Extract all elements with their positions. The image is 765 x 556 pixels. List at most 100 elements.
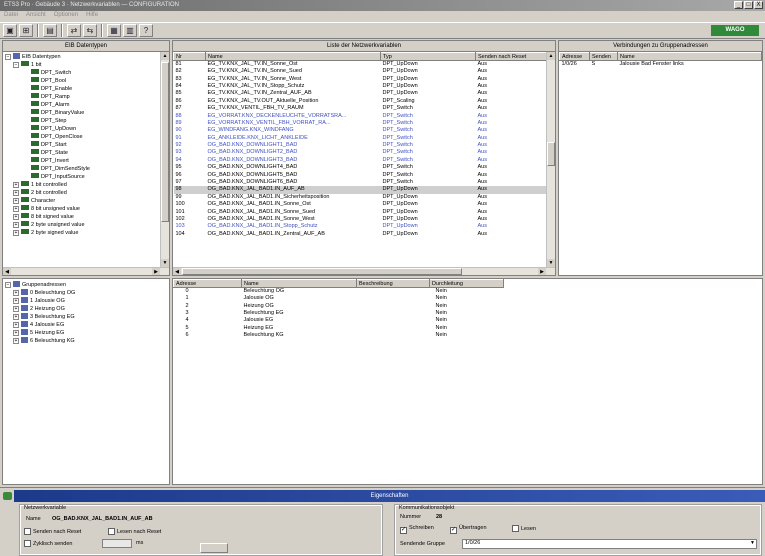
expand-icon[interactable]: + xyxy=(13,330,19,336)
expand-icon[interactable]: + xyxy=(13,214,19,220)
datatype-item[interactable]: DPT_Bool xyxy=(5,77,169,85)
cyclic-send-checkbox[interactable]: Zyklisch senden xyxy=(24,540,72,547)
export-icon[interactable]: ⇄ xyxy=(67,24,81,37)
maximize-button[interactable]: □ xyxy=(744,1,753,9)
scroll-right-arrow[interactable]: ▶ xyxy=(152,268,160,275)
datatype-item[interactable]: DPT_State xyxy=(5,149,169,157)
chevron-down-icon[interactable]: ▼ xyxy=(750,540,755,547)
read-after-reset-checkbox[interactable]: Lesen nach Reset xyxy=(108,528,161,535)
col-name[interactable]: Name xyxy=(617,52,762,61)
table-row[interactable]: 91 EG_ANKLEIDE.KNX_LICHT_ANKLEIDE DPT_Swit… xyxy=(174,135,549,142)
table-row[interactable]: 3 Beleuchtung EG Nein xyxy=(174,310,504,317)
tree-item[interactable]: −1 bit xyxy=(5,61,169,69)
help-button[interactable]: ? xyxy=(139,24,153,37)
table-row[interactable]: 5 Heizung EG Nein xyxy=(174,325,504,332)
checkbox[interactable] xyxy=(24,528,31,535)
collapse-icon[interactable]: − xyxy=(13,62,19,68)
collapse-icon[interactable]: − xyxy=(5,54,11,60)
table-row[interactable]: 85 EG_TV.KNX_JAL_TV.IN_Zentral_AUF_AB DPT_… xyxy=(174,90,549,97)
scroll-down-arrow[interactable]: ▼ xyxy=(161,259,169,267)
table-row[interactable]: 99 OG_BAD.KNX_JAL_BAD1.IN_Sicherheitsposi… xyxy=(174,194,549,201)
expand-icon[interactable]: + xyxy=(13,182,19,188)
group-item[interactable]: +1 Jalousie OG xyxy=(5,297,169,305)
send-group-select[interactable]: 1/0/26 ▼ xyxy=(462,539,757,549)
tree-item[interactable]: − EIB Datentypen xyxy=(5,53,169,61)
table-row[interactable]: 90 EG_WINDFANG.KNX_WINDFANG DPT_Switch Aus xyxy=(174,127,549,134)
col-typ[interactable]: Typ xyxy=(380,52,476,61)
scroll-right-arrow[interactable]: ▶ xyxy=(538,268,546,275)
datatype-item[interactable]: DPT_Ramp xyxy=(5,93,169,101)
cyclic-interval-field[interactable] xyxy=(102,539,132,548)
close-button[interactable]: X xyxy=(754,1,763,9)
write-flag-checkbox[interactable]: ✓ Schreiben xyxy=(400,525,434,534)
datatype-item[interactable]: DPT_UpDown xyxy=(5,125,169,133)
datatype-item[interactable]: DPT_Alarm xyxy=(5,101,169,109)
scroll-down-arrow[interactable]: ▼ xyxy=(547,259,555,267)
col-senden[interactable]: Senden xyxy=(589,52,618,61)
group-item[interactable]: +3 Beleuchtung EG xyxy=(5,313,169,321)
hscroll-thumb[interactable] xyxy=(182,268,462,275)
table-row[interactable]: 86 EG_TV.KNX_JAL_TV.OUT_Aktuelle_Position… xyxy=(174,98,549,105)
table-row[interactable]: 4 Jalousie EG Nein xyxy=(174,317,504,324)
collapse-icon[interactable]: − xyxy=(5,282,11,288)
table-row[interactable]: 100 OG_BAD.KNX_JAL_BAD1.IN_Sonne_Ost DPT_U… xyxy=(174,201,549,208)
print-icon[interactable]: ▤ xyxy=(43,24,57,37)
expand-icon[interactable]: + xyxy=(13,206,19,212)
table-row[interactable]: 82 EG_TV.KNX_JAL_TV.IN_Sonne_Sued DPT_UpDo… xyxy=(174,68,549,75)
table-row[interactable]: 102 OG_BAD.KNX_JAL_BAD1.IN_Sonne_West DPT_… xyxy=(174,216,549,223)
netvars-vertical-scrollbar[interactable]: ▲ ▼ xyxy=(546,52,555,267)
menu-view[interactable]: Ansicht xyxy=(26,12,46,20)
table-row[interactable]: 0 Beleuchtung OG Nein xyxy=(174,288,504,296)
expand-icon[interactable]: + xyxy=(13,306,19,312)
group-item[interactable]: +0 Beleuchtung OG xyxy=(5,289,169,297)
datatype-group[interactable]: + Character xyxy=(5,197,169,205)
datatype-group[interactable]: +2 byte signed value xyxy=(5,229,169,237)
eib-vertical-scrollbar[interactable]: ▲ ▼ xyxy=(160,52,169,267)
menu-file[interactable]: Datei xyxy=(4,12,18,20)
expand-icon[interactable]: + xyxy=(13,290,19,296)
checkbox-checked[interactable]: ✓ xyxy=(400,527,407,534)
table-row[interactable]: 84 EG_TV.KNX_JAL_TV.IN_Stopp_Schutz DPT_Up… xyxy=(174,83,549,90)
send-after-reset-checkbox[interactable]: Senden nach Reset xyxy=(24,528,81,535)
table-row[interactable]: 81 EG_TV.KNX_JAL_TV.IN_Sonne_Ost DPT_UpDow… xyxy=(174,61,549,69)
menu-help[interactable]: Hilfe xyxy=(86,12,98,20)
col-adresse[interactable]: Adresse xyxy=(173,279,242,288)
col-nr[interactable]: Nr xyxy=(173,52,206,61)
checkbox[interactable] xyxy=(24,540,31,547)
scroll-left-arrow[interactable]: ◀ xyxy=(173,268,181,275)
netvars-horizontal-scrollbar[interactable]: ◀ ▶ xyxy=(173,267,555,275)
group-item[interactable]: +6 Beleuchtung KG xyxy=(5,337,169,345)
transmit-flag-checkbox[interactable]: ✓ Übertragen xyxy=(450,525,487,534)
apply-button[interactable] xyxy=(200,543,228,553)
read-flag-checkbox[interactable]: Lesen xyxy=(512,525,536,532)
group-item[interactable]: +5 Heizung EG xyxy=(5,329,169,337)
table-row[interactable]: 104 OG_BAD.KNX_JAL_BAD1.IN_Zentral_AUF_AB… xyxy=(174,231,549,238)
scroll-left-arrow[interactable]: ◀ xyxy=(3,268,11,275)
table-row[interactable]: 97 OG_BAD.KNX_DOWNLIGHT6_BAD DPT_Switch Aus xyxy=(174,179,549,186)
expand-icon[interactable]: + xyxy=(13,322,19,328)
datatype-group[interactable]: +2 byte unsigned value xyxy=(5,221,169,229)
checkbox[interactable] xyxy=(512,525,519,532)
table-row[interactable]: 98 OG_BAD.KNX_JAL_BAD1.IN_AUF_AB DPT_UpDow… xyxy=(173,186,549,194)
datatype-group[interactable]: +1 bit controlled xyxy=(5,181,169,189)
col-reset[interactable]: Senden nach Reset xyxy=(475,52,549,61)
table-row[interactable]: 96 OG_BAD.KNX_DOWNLIGHT5_BAD DPT_Switch Aus xyxy=(174,171,549,178)
expand-icon[interactable]: + xyxy=(13,298,19,304)
datatype-item[interactable]: DPT_DimSendStyle xyxy=(5,165,169,173)
import-icon[interactable]: ⇆ xyxy=(83,24,97,37)
menu-options[interactable]: Optionen xyxy=(54,12,78,20)
scroll-thumb[interactable] xyxy=(161,62,169,222)
table-row[interactable]: 92 OG_BAD.KNX_DOWNLIGHT1_BAD DPT_Switch Aus xyxy=(174,142,549,149)
expand-icon[interactable]: + xyxy=(13,314,19,320)
datatype-item[interactable]: DPT_Enable xyxy=(5,85,169,93)
scroll-up-arrow[interactable]: ▲ xyxy=(161,52,169,60)
col-beschreibung[interactable]: Beschreibung xyxy=(356,279,430,288)
table-row[interactable]: 89 EG_VORRAT.KNX_VENTIL_FBH_VORRAT_RA... D… xyxy=(174,120,549,127)
expand-icon[interactable]: + xyxy=(13,338,19,344)
datatype-group[interactable]: +2 bit controlled xyxy=(5,189,169,197)
col-name[interactable]: Name xyxy=(205,52,381,61)
new-icon[interactable]: ▣ xyxy=(3,24,17,37)
datatype-item[interactable]: DPT_Switch xyxy=(5,69,169,77)
group-item[interactable]: +4 Jalousie EG xyxy=(5,321,169,329)
tree-icon[interactable]: ⊞ xyxy=(19,24,33,37)
